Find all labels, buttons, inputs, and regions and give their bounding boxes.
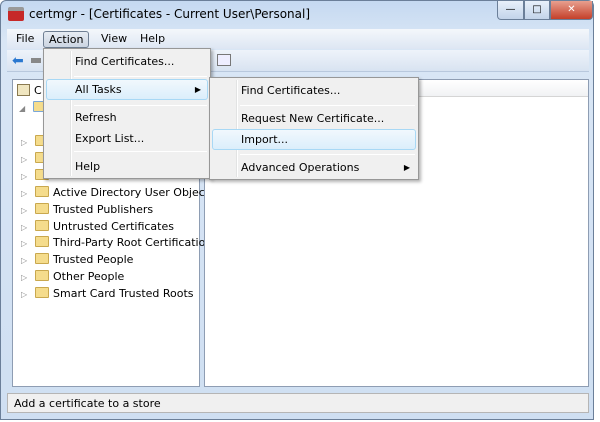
tree-node[interactable]: ▷ Untrusted Certificates [21, 219, 174, 235]
certmgr-app-icon [8, 7, 24, 21]
folder-icon [35, 236, 49, 248]
menu-help[interactable]: Help [135, 31, 170, 48]
menu-item-find-certificates[interactable]: Find Certificates... [46, 51, 208, 72]
menu-item-import[interactable]: Import... [212, 129, 416, 150]
menu-item-advanced-operations[interactable]: Advanced Operations ▶ [212, 157, 416, 178]
expand-arrow-icon[interactable]: ◢ [19, 101, 29, 117]
menu-item-request-new-certificate[interactable]: Request New Certificate... [212, 108, 416, 129]
tree-node[interactable]: ▷ Trusted Publishers [21, 202, 153, 218]
tree-node[interactable]: ▷ Active Directory User Object [21, 185, 209, 201]
tree-root[interactable]: C [17, 83, 42, 99]
minimize-button[interactable]: — [497, 1, 524, 20]
menu-file[interactable]: File [11, 31, 39, 48]
expand-arrow-icon[interactable]: ▷ [21, 236, 31, 252]
menu-item-help[interactable]: Help [46, 156, 208, 177]
expand-arrow-icon[interactable]: ▷ [21, 220, 31, 236]
menu-item-all-tasks[interactable]: All Tasks ▶ [46, 79, 208, 100]
menu-separator [74, 76, 207, 77]
tree-node[interactable]: ▷ Third-Party Root Certification [21, 235, 212, 251]
folder-icon [35, 270, 49, 281]
all-tasks-submenu: Find Certificates... Request New Certifi… [209, 77, 419, 180]
expand-arrow-icon[interactable]: ▷ [21, 135, 31, 151]
certificates-icon [17, 84, 30, 96]
close-button[interactable]: ✕ [550, 1, 593, 20]
back-arrow-icon[interactable]: ⬅ [12, 53, 24, 69]
menu-view[interactable]: View [96, 31, 132, 48]
expand-arrow-icon[interactable]: ▷ [21, 169, 31, 185]
expand-arrow-icon[interactable]: ▷ [21, 253, 31, 269]
expand-arrow-icon[interactable]: ▷ [21, 186, 31, 202]
menu-bar: File Action View Help [7, 29, 589, 49]
menu-action[interactable]: Action [43, 31, 90, 48]
expand-arrow-icon[interactable]: ▷ [21, 152, 31, 168]
menu-separator [74, 151, 207, 152]
folder-icon [35, 253, 49, 265]
expand-arrow-icon[interactable]: ▷ [21, 203, 31, 219]
folder-icon [35, 202, 49, 214]
menu-item-refresh[interactable]: Refresh [46, 107, 208, 128]
expand-arrow-icon[interactable]: ▷ [21, 270, 31, 286]
folder-icon [35, 186, 49, 197]
maximize-button[interactable]: □ [524, 1, 550, 20]
menu-separator [240, 154, 415, 155]
forward-icon[interactable] [31, 58, 41, 63]
menu-separator [74, 105, 207, 106]
tree-node[interactable]: ▷ Trusted People [21, 252, 133, 268]
tree-node[interactable]: ▷ Other People [21, 269, 124, 285]
folder-icon [35, 286, 49, 298]
status-bar: Add a certificate to a store [7, 393, 589, 413]
tree-node[interactable]: ▷ Smart Card Trusted Roots [21, 286, 194, 302]
submenu-arrow-icon: ▶ [194, 85, 201, 94]
menu-item-export-list[interactable]: Export List... [46, 128, 208, 149]
expand-arrow-icon[interactable]: ▷ [21, 287, 31, 303]
window-title: certmgr - [Certificates - Current User\P… [29, 7, 311, 21]
menu-item-find-certificates[interactable]: Find Certificates... [212, 80, 416, 101]
action-menu: Find Certificates... All Tasks ▶ Refresh … [43, 48, 211, 179]
submenu-arrow-icon: ▶ [403, 163, 410, 172]
folder-icon [35, 219, 49, 231]
menu-separator [240, 105, 415, 106]
show-hide-pane-icon[interactable] [217, 54, 231, 66]
